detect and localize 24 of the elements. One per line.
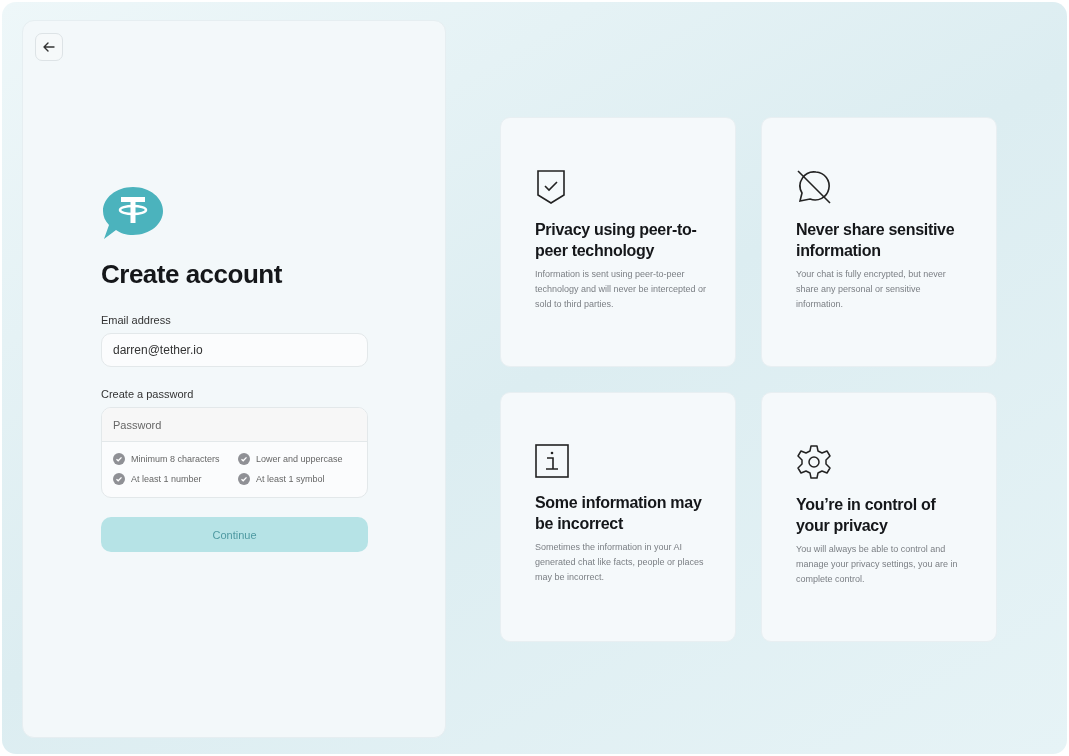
card-title: You’re in control of your privacy bbox=[796, 495, 937, 536]
back-button[interactable] bbox=[35, 33, 63, 61]
card-title: Privacy using peer-to-peer technology bbox=[535, 220, 698, 261]
card-text: Sometimes the information in your AI generated chat like facts, people or places may be incorrect. bbox=[535, 541, 705, 584]
requirement-text: Lower and uppercase bbox=[256, 454, 343, 464]
card-title: Never share sensitive information bbox=[796, 220, 956, 261]
card-title: Some information may be incorrect bbox=[535, 493, 703, 534]
card-text: You will always be able to control and manage your privacy settings, you are in complete control. bbox=[796, 543, 959, 586]
crossed-chat-icon bbox=[796, 169, 832, 205]
back-arrow-icon bbox=[42, 40, 56, 54]
requirement-text: At least 1 number bbox=[131, 474, 202, 484]
email-field[interactable]: darren@tether.io bbox=[101, 333, 368, 367]
info-icon bbox=[535, 444, 569, 478]
settings-icon bbox=[796, 444, 832, 480]
shield-check-icon bbox=[535, 169, 567, 205]
page-title: Create account bbox=[101, 259, 283, 290]
card-text: Information is sent using peer-to-peer technology and will never be intercepted or sold to third parties. bbox=[535, 268, 707, 311]
card-text: Your chat is fully encrypted, but never share any personal or sensitive information. bbox=[796, 268, 947, 311]
requirement-text: Minimum 8 characters bbox=[131, 454, 220, 464]
requirement-text: At least 1 symbol bbox=[256, 474, 325, 484]
chat-bubble-logo-icon bbox=[101, 185, 165, 241]
field-label: Create a password bbox=[101, 388, 195, 400]
password-field[interactable]: Password bbox=[102, 408, 367, 442]
field-label: Email address bbox=[101, 314, 172, 326]
